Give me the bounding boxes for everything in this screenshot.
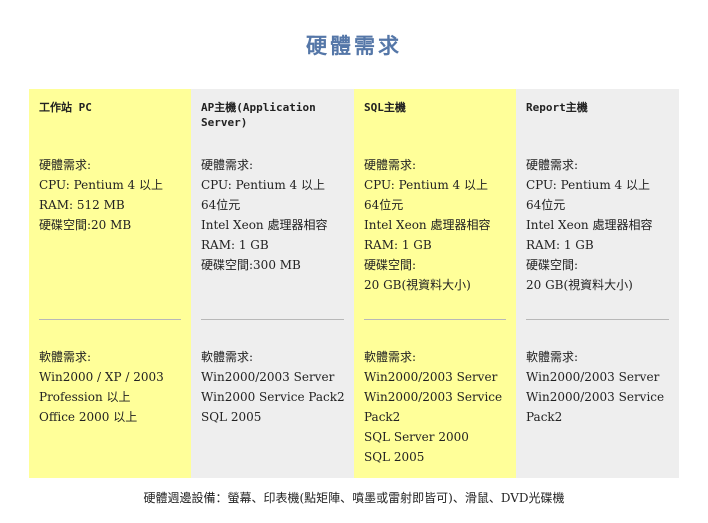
software-line: SQL 2005 [201,410,262,424]
hardware-line: 64位元 [364,198,404,212]
column-report-server: Report主機 硬體需求: CPU: Pentium 4 以上 64位元 Intel… [516,89,679,478]
hardware-line: CPU: Pentium 4 以上 [526,178,650,192]
hardware-line: 64位元 [201,198,241,212]
column-title: Report主機 [526,101,588,114]
hardware-line: 20 GB(視資料大小) [526,278,633,292]
section-divider [201,319,344,320]
hardware-line: 64位元 [526,198,566,212]
hardware-line: Intel Xeon 處理器相容 [526,218,653,232]
software-line: Win2000/2003 Service [364,390,503,404]
section-divider [526,319,669,320]
section-divider [39,319,181,320]
software-requirements: 軟體需求: Win2000/2003 Server Win2000/2003 Ser… [526,347,669,427]
column-title: AP主機(Application Server) [201,101,316,129]
hardware-line: Intel Xeon 處理器相容 [364,218,491,232]
hardware-line: 硬體需求: [39,158,92,172]
software-line: Win2000 / XP / 2003 [39,370,164,384]
column-sql-server: SQL主機 硬體需求: CPU: Pentium 4 以上 64位元 Intel Xe… [354,89,516,478]
hardware-line: 硬碟空間:20 MB [39,218,132,232]
hardware-line: CPU: Pentium 4 以上 [201,178,325,192]
hardware-requirements: 硬體需求: CPU: Pentium 4 以上 64位元 Intel Xeon 處理器… [364,155,506,295]
hardware-line: CPU: Pentium 4 以上 [364,178,488,192]
software-line: 軟體需求: [364,350,417,364]
software-line: Office 2000 以上 [39,410,138,424]
hardware-line: CPU: Pentium 4 以上 [39,178,163,192]
software-line: Pack2 [364,410,401,424]
column-title: SQL主機 [364,101,406,114]
hardware-line: 硬碟空間:300 MB [201,258,301,272]
software-line: 軟體需求: [526,350,579,364]
hardware-line: 硬體需求: [364,158,417,172]
peripherals-note: 硬體週邊設備：螢幕、印表機(點矩陣、噴墨或雷射即皆可)、滑鼠、DVD光碟機 [143,491,565,505]
hardware-line: 硬體需求: [526,158,579,172]
column-ap-server: AP主機(Application Server) 硬體需求: CPU: Penti… [191,89,354,478]
page-title: 硬體需求 [306,33,402,58]
hardware-line: 硬碟空間: [364,258,417,272]
hardware-line: 硬碟空間: [526,258,579,272]
hardware-line: 20 GB(視資料大小) [364,278,471,292]
hardware-requirements: 硬體需求: CPU: Pentium 4 以上 64位元 Intel Xeon 處理器… [201,155,344,275]
hardware-line: RAM: 1 GB [201,238,269,252]
hardware-requirements: 硬體需求: CPU: Pentium 4 以上 64位元 Intel Xeon 處理器… [526,155,669,295]
hardware-line: RAM: 512 MB [39,198,125,212]
software-line: Win2000/2003 Server [201,370,335,384]
hardware-requirements: 硬體需求: CPU: Pentium 4 以上 RAM: 512 MB 硬碟空間:20… [39,155,181,235]
software-line: SQL Server 2000 [364,430,469,444]
section-divider [364,319,506,320]
software-line: 軟體需求: [201,350,254,364]
hardware-line: RAM: 1 GB [364,238,432,252]
hardware-line: 硬體需求: [201,158,254,172]
column-title: 工作站 PC [39,101,92,114]
hardware-line: RAM: 1 GB [526,238,594,252]
requirements-table: 工作站 PC 硬體需求: CPU: Pentium 4 以上 RAM: 512 MB… [29,89,679,478]
software-line: Win2000/2003 Server [526,370,660,384]
software-line: Profession 以上 [39,390,131,404]
software-line: Pack2 [526,410,563,424]
software-requirements: 軟體需求: Win2000 / XP / 2003 Profession 以上 Off… [39,347,181,427]
column-workstation-pc: 工作站 PC 硬體需求: CPU: Pentium 4 以上 RAM: 512 MB… [29,89,191,478]
software-line: SQL 2005 [364,450,425,464]
hardware-line: Intel Xeon 處理器相容 [201,218,328,232]
software-line: 軟體需求: [39,350,92,364]
software-requirements: 軟體需求: Win2000/2003 Server Win2000 Service … [201,347,345,427]
software-requirements: 軟體需求: Win2000/2003 Server Win2000/2003 Ser… [364,347,506,467]
software-line: Win2000 Service Pack2 [201,390,345,404]
software-line: Win2000/2003 Server [364,370,498,384]
software-line: Win2000/2003 Service [526,390,665,404]
